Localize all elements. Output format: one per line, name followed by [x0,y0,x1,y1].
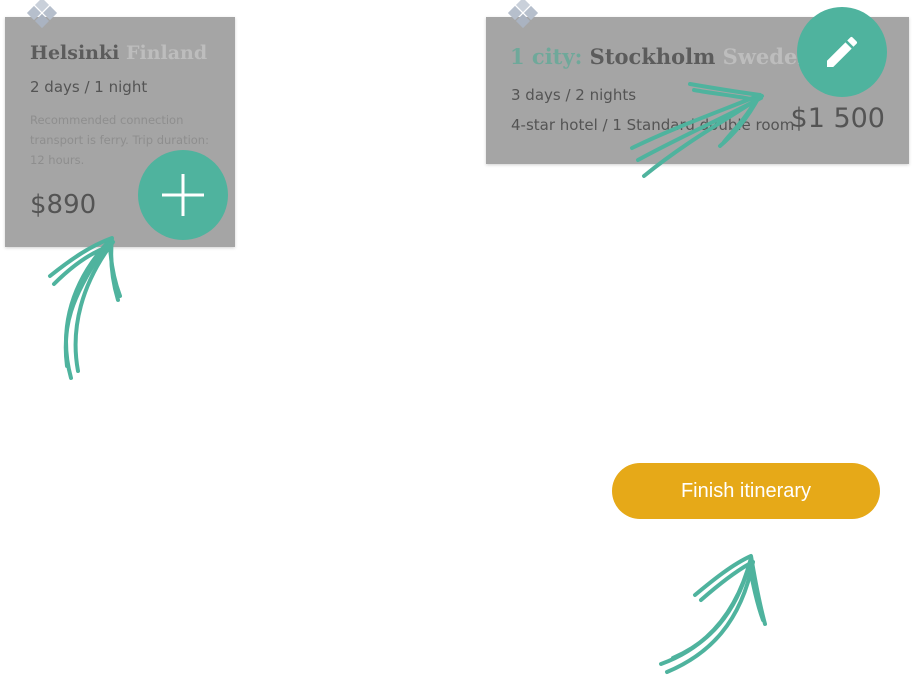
pointer-arrow-icon [48,236,122,380]
pencil-icon [827,36,858,67]
card-title: Helsinki Finland [30,42,207,64]
plus-icon [162,174,204,216]
city-name: Helsinki [30,42,120,64]
diamond-badge-icon [26,0,58,29]
edit-city-button[interactable] [797,7,887,97]
pointer-arrow-icon [659,554,767,674]
trip-price: $890 [30,190,97,220]
pointer-arrow-icon [630,82,764,178]
trip-duration: 3 days / 2 nights [511,86,637,104]
add-city-button[interactable] [138,150,228,240]
city-count: 1 city: [510,44,583,69]
card-title: 1 city: Stockholm Sweden [510,44,813,69]
finish-itinerary-button[interactable]: Finish itinerary [612,463,880,519]
city-name: Stockholm [589,44,716,69]
trip-price: $1 500 [790,103,885,134]
trip-duration: 2 days / 1 night [30,78,148,96]
diamond-badge-icon [507,0,539,29]
country-name: Finland [126,42,208,64]
